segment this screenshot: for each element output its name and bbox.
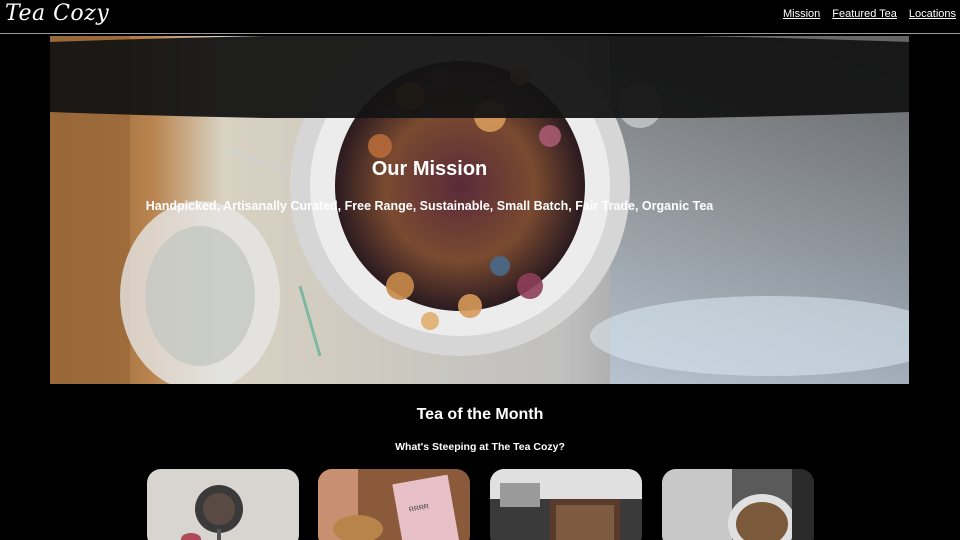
- site-header: Tea Cozy Mission Featured Tea Locations: [0, 0, 960, 34]
- tea-card-2-image: RRRR: [318, 469, 470, 540]
- tea-of-month-title: Tea of the Month: [416, 406, 544, 423]
- logo[interactable]: Tea Cozy: [5, 1, 109, 26]
- tea-card-1-image: [147, 469, 299, 540]
- mission-text: Handpicked, Artisanally Curated, Free Ra…: [145, 199, 714, 213]
- tea-card-2[interactable]: RRRR: [318, 469, 470, 540]
- tea-card-3-image: [490, 469, 642, 540]
- main-nav: Mission Featured Tea Locations: [771, 8, 956, 20]
- tea-card-4[interactable]: [662, 469, 814, 540]
- mission-title: Our Mission: [371, 158, 488, 180]
- tea-card-1[interactable]: [147, 469, 299, 540]
- mission-band: [50, 36, 909, 118]
- nav-link-locations[interactable]: Locations: [909, 8, 956, 20]
- tea-of-month-subtitle: What's Steeping at The Tea Cozy?: [395, 441, 565, 453]
- tea-card-4-image: [662, 469, 814, 540]
- nav-link-featured-tea[interactable]: Featured Tea: [832, 8, 897, 20]
- nav-link-mission[interactable]: Mission: [783, 8, 820, 20]
- tea-card-3[interactable]: [490, 469, 642, 540]
